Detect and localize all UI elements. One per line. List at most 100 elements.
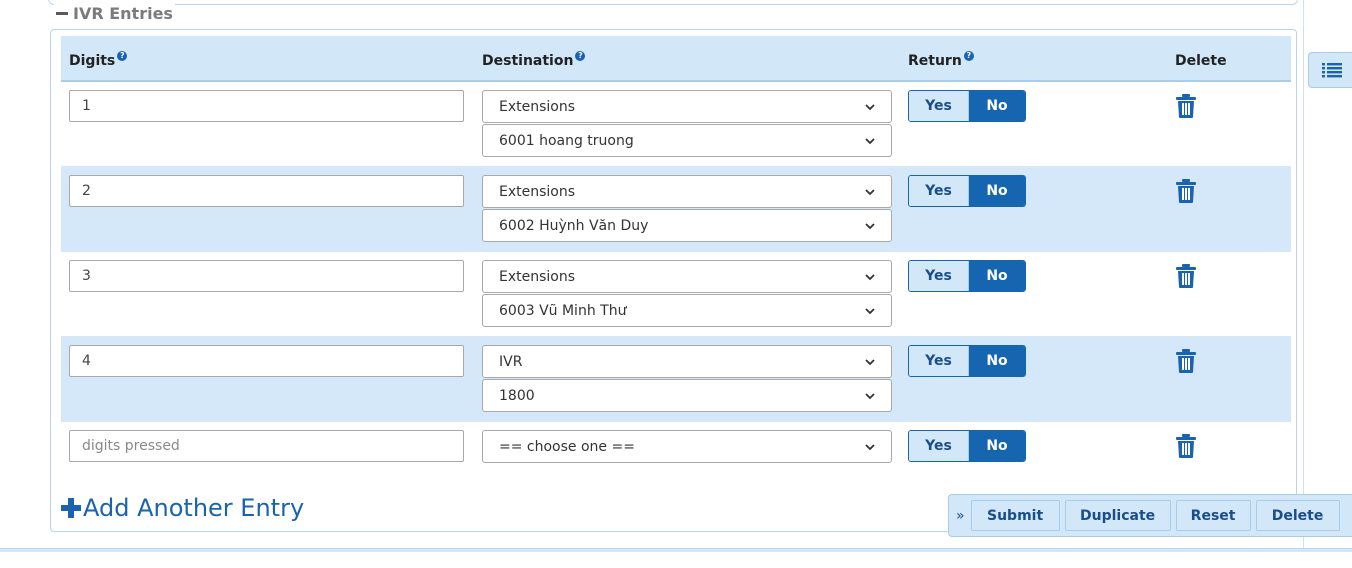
return-no-button[interactable]: No — [969, 176, 1025, 206]
destination-header-label: Destination — [482, 53, 574, 69]
destination-value: 6003 Vũ Minh Thư — [499, 302, 627, 319]
destination-type-select[interactable]: IVR — [482, 345, 892, 378]
destination-type-value: Extensions — [499, 98, 576, 115]
digits-input[interactable]: 3 — [69, 260, 464, 292]
chevron-down-icon — [865, 307, 875, 314]
delete-header-label: Delete — [1175, 53, 1227, 69]
destination-type-value: == choose one == — [499, 438, 635, 455]
delete-cell — [1167, 166, 1291, 252]
destination-cell: Extensions 6003 Vũ Minh Thư — [474, 251, 900, 337]
return-header: Return? — [900, 36, 1167, 82]
delete-button[interactable]: Delete — [1255, 500, 1340, 531]
collapse-double-chevron-icon[interactable]: » — [956, 508, 965, 524]
destination-type-select[interactable]: == choose one == — [482, 430, 892, 463]
chevron-down-icon — [865, 392, 875, 399]
table-row: 3 Extensions 6003 Vũ Minh Thư Yes No — [61, 251, 1291, 337]
digits-cell: digits pressed — [61, 421, 474, 486]
destination-value-select[interactable]: 1800 — [482, 379, 892, 412]
side-list-button[interactable] — [1308, 52, 1352, 88]
plus-icon — [61, 498, 81, 518]
return-no-button[interactable]: No — [969, 346, 1025, 376]
return-toggle[interactable]: Yes No — [908, 260, 1026, 292]
destination-value: 6002 Huỳnh Văn Duy — [499, 217, 649, 234]
destination-cell: Extensions 6001 hoang truong — [474, 80, 900, 167]
trash-icon[interactable] — [1175, 433, 1197, 459]
section-title: IVR Entries — [73, 4, 173, 23]
digits-header-label: Digits — [69, 53, 116, 69]
chevron-down-icon — [865, 222, 875, 229]
return-no-button[interactable]: No — [969, 91, 1025, 121]
ivr-entries-table: Digits? Destination? Return? Delete 1 Ex… — [61, 36, 1291, 486]
action-bar: » Submit Duplicate Reset Delete — [948, 494, 1352, 537]
return-toggle[interactable]: Yes No — [908, 345, 1026, 377]
destination-value-select[interactable]: 6002 Huỳnh Văn Duy — [482, 209, 892, 242]
destination-value-select[interactable]: 6003 Vũ Minh Thư — [482, 294, 892, 327]
return-cell: Yes No — [900, 421, 1167, 486]
chevron-down-icon — [865, 358, 875, 365]
return-yes-button[interactable]: Yes — [909, 261, 969, 291]
digits-input[interactable]: digits pressed — [69, 430, 464, 462]
return-no-button[interactable]: No — [969, 431, 1025, 461]
return-cell: Yes No — [900, 251, 1167, 337]
delete-cell — [1167, 80, 1291, 167]
submit-button[interactable]: Submit — [970, 500, 1060, 531]
section-legend[interactable]: IVR Entries — [54, 4, 175, 23]
return-yes-button[interactable]: Yes — [909, 346, 969, 376]
duplicate-button[interactable]: Duplicate — [1064, 500, 1171, 531]
table-row-new: digits pressed == choose one == Yes No — [61, 421, 1291, 486]
digits-input[interactable]: 1 — [69, 90, 464, 122]
delete-header: Delete — [1167, 36, 1291, 82]
reset-button[interactable]: Reset — [1175, 500, 1251, 531]
delete-cell — [1167, 251, 1291, 337]
destination-value: 1800 — [499, 387, 535, 404]
destination-type-select[interactable]: Extensions — [482, 175, 892, 208]
return-yes-button[interactable]: Yes — [909, 431, 969, 461]
return-no-button[interactable]: No — [969, 261, 1025, 291]
right-divider — [1303, 0, 1304, 548]
return-cell: Yes No — [900, 80, 1167, 167]
help-icon[interactable]: ? — [963, 51, 974, 61]
chevron-down-icon — [865, 188, 875, 195]
destination-type-select[interactable]: Extensions — [482, 90, 892, 123]
return-header-label: Return — [908, 53, 962, 69]
destination-value: 6001 hoang truong — [499, 132, 634, 149]
trash-icon[interactable] — [1175, 348, 1197, 374]
chevron-down-icon — [865, 137, 875, 144]
destination-cell: == choose one == — [474, 421, 900, 486]
upper-section-frame — [48, 0, 1298, 5]
destination-header: Destination? — [474, 36, 900, 82]
table-row: 4 IVR 1800 Yes No — [61, 336, 1291, 422]
digits-cell: 3 — [61, 251, 474, 337]
trash-icon[interactable] — [1175, 178, 1197, 204]
digits-header: Digits? — [61, 36, 474, 82]
return-toggle[interactable]: Yes No — [908, 90, 1026, 122]
return-cell: Yes No — [900, 166, 1167, 252]
destination-type-value: Extensions — [499, 183, 576, 200]
add-entry-link[interactable]: Add Another Entry — [61, 494, 304, 522]
delete-cell — [1167, 421, 1291, 486]
collapse-minus-icon[interactable] — [56, 12, 68, 15]
return-yes-button[interactable]: Yes — [909, 91, 969, 121]
table-row: 2 Extensions 6002 Huỳnh Văn Duy Yes No — [61, 166, 1291, 252]
digits-input[interactable]: 4 — [69, 345, 464, 377]
trash-icon[interactable] — [1175, 93, 1197, 119]
destination-value-select[interactable]: 6001 hoang truong — [482, 124, 892, 157]
digits-input[interactable]: 2 — [69, 175, 464, 207]
chevron-down-icon — [865, 273, 875, 280]
digits-cell: 4 — [61, 336, 474, 422]
destination-type-value: Extensions — [499, 268, 576, 285]
trash-icon[interactable] — [1175, 263, 1197, 289]
return-toggle[interactable]: Yes No — [908, 175, 1026, 207]
return-yes-button[interactable]: Yes — [909, 176, 969, 206]
return-toggle[interactable]: Yes No — [908, 430, 1026, 462]
table-row: 1 Extensions 6001 hoang truong Yes No — [61, 80, 1291, 167]
destination-cell: IVR 1800 — [474, 336, 900, 422]
digits-cell: 1 — [61, 80, 474, 167]
delete-cell — [1167, 336, 1291, 422]
help-icon[interactable]: ? — [117, 51, 128, 61]
chevron-down-icon — [865, 103, 875, 110]
destination-type-value: IVR — [499, 353, 523, 370]
help-icon[interactable]: ? — [575, 51, 586, 61]
destination-type-select[interactable]: Extensions — [482, 260, 892, 293]
bottom-divider — [0, 548, 1352, 552]
